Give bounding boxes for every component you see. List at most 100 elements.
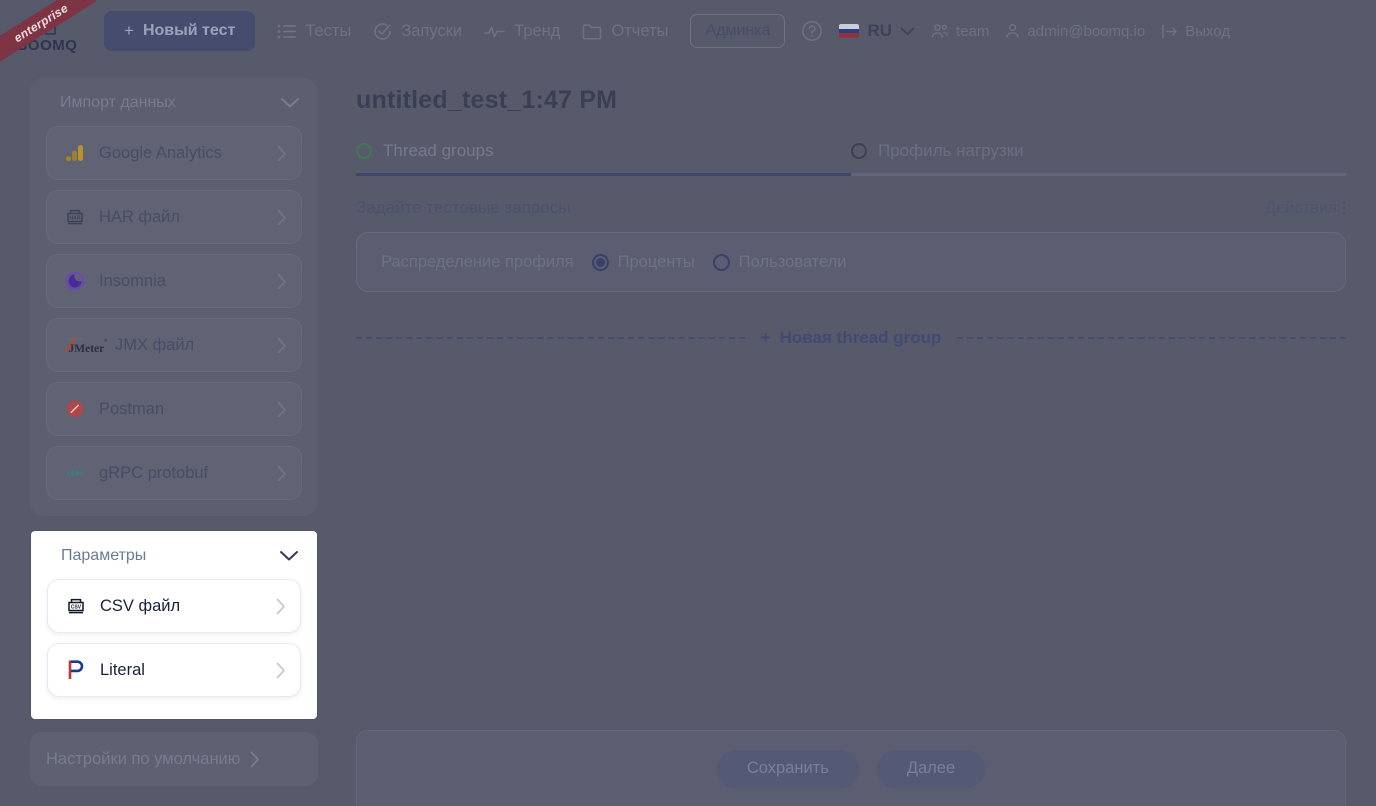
radio-icon-checked[interactable] xyxy=(591,253,609,271)
nav-label-runs: Запуски xyxy=(401,21,463,40)
import-item-grpc-protobuf[interactable]: gRPC protobuf xyxy=(46,446,302,500)
params-item-csv-file[interactable]: CSV CSV файл xyxy=(47,579,301,633)
account-label: admin@boomq.io xyxy=(1027,22,1146,40)
chevron-down-icon xyxy=(900,27,915,35)
nav-item-tests[interactable]: Тесты xyxy=(277,22,351,41)
new-test-button[interactable]: + Новый тест xyxy=(104,11,256,51)
import-label-jmx-file: JMX файл xyxy=(115,335,195,354)
divider-right xyxy=(957,337,1347,339)
svg-text:JMeter: JMeter xyxy=(69,343,105,355)
actions-menu-button[interactable]: Действия xyxy=(1265,199,1346,218)
actions-label: Действия xyxy=(1264,198,1337,217)
account-link[interactable]: admin@boomq.io xyxy=(1005,23,1145,40)
page-title: untitled_test_1:47 PM xyxy=(356,86,618,114)
tab-load-profile[interactable]: Профиль нагрузки xyxy=(851,141,1346,173)
chevron-down-icon[interactable] xyxy=(280,97,300,109)
import-label-grpc-protobuf: gRPC protobuf xyxy=(99,463,209,482)
ru-flag-icon xyxy=(839,24,860,38)
import-item-postman[interactable]: Postman xyxy=(46,382,302,436)
nav-label-reports: Отчеты xyxy=(611,21,669,40)
check-circle-icon xyxy=(374,22,392,40)
top-navigation-bar: BOOMQ enterprise + Новый тест Тесты Запу… xyxy=(0,0,1376,62)
csv-file-icon: CSV xyxy=(64,594,88,618)
nav-label-tests: Тесты xyxy=(305,21,352,40)
add-thread-group-label: Новая thread group xyxy=(779,328,942,347)
nav-item-reports[interactable]: Отчеты xyxy=(582,22,668,41)
logo[interactable]: BOOMQ enterprise xyxy=(0,0,96,62)
params-panel-header[interactable]: Параметры xyxy=(47,545,301,569)
section-header: Задайте тестовые запросы Действия xyxy=(356,198,1346,218)
section-title: Задайте тестовые запросы xyxy=(356,198,571,217)
radio-option-users[interactable]: Пользователи xyxy=(712,252,847,272)
chevron-right-icon xyxy=(277,337,287,354)
import-item-google-analytics[interactable]: Google Analytics xyxy=(46,126,302,180)
import-data-header[interactable]: Импорт данных xyxy=(46,92,302,116)
divider-left xyxy=(356,337,745,339)
params-item-literal[interactable]: Literal xyxy=(47,643,301,697)
admin-button[interactable]: Админка xyxy=(690,14,786,48)
grpc-icon xyxy=(63,461,87,485)
jmeter-icon: APACHE JMeter ® xyxy=(63,333,109,357)
literal-p-icon xyxy=(64,658,88,682)
chevron-right-icon xyxy=(277,401,287,418)
params-panel: Параметры CSV CSV файл Literal xyxy=(31,531,317,719)
user-icon xyxy=(1006,23,1020,38)
save-button[interactable]: Сохранить xyxy=(716,749,859,788)
chevron-right-icon xyxy=(277,209,287,226)
pulse-icon xyxy=(484,25,505,37)
language-selector[interactable]: RU xyxy=(839,21,915,41)
folder-icon xyxy=(583,23,602,39)
har-file-icon: HAR xyxy=(63,205,87,229)
svg-text:APACHE: APACHE xyxy=(69,338,83,342)
logout-link[interactable]: Выход xyxy=(1161,23,1230,40)
radio-option-percent[interactable]: Проценты xyxy=(591,252,695,272)
tab-label-thread-groups: Thread groups xyxy=(383,141,494,160)
postman-icon xyxy=(63,397,87,421)
google-analytics-icon xyxy=(63,141,87,165)
params-panel-title: Параметры xyxy=(61,547,147,564)
radio-label-percent: Проценты xyxy=(617,252,695,271)
add-thread-group-button[interactable]: + Новая thread group xyxy=(761,328,942,348)
import-item-insomnia[interactable]: Insomnia xyxy=(46,254,302,308)
team-label: team xyxy=(956,22,990,40)
team-link[interactable]: team xyxy=(931,23,989,40)
status-ring-icon xyxy=(356,143,372,159)
chevron-right-icon xyxy=(276,662,286,679)
import-data-panel: Импорт данных Google Analytics HAR HAR ф… xyxy=(30,78,318,516)
import-label-insomnia: Insomnia xyxy=(99,271,166,290)
svg-text:CSV: CSV xyxy=(71,604,82,610)
distribution-label: Распределение профиля xyxy=(381,252,574,271)
team-icon xyxy=(931,24,949,38)
footer-actions: Сохранить Далее xyxy=(356,730,1346,806)
tab-thread-groups[interactable]: Thread groups xyxy=(356,141,851,176)
tab-label-load-profile: Профиль нагрузки xyxy=(878,141,1024,160)
logout-icon xyxy=(1162,23,1177,39)
chevron-down-icon[interactable] xyxy=(279,550,299,562)
tab-bar: Thread groups Профиль нагрузки xyxy=(356,141,1346,176)
params-label-csv-file: CSV файл xyxy=(100,596,181,615)
add-thread-group-row: + Новая thread group xyxy=(356,328,1347,348)
nav-item-runs[interactable]: Запуски xyxy=(373,22,462,41)
topbar-right-group: RU team admin@boomq.io Выход xyxy=(801,20,1230,42)
default-settings-button[interactable]: Настройки по умолчанию xyxy=(30,732,318,786)
import-label-google-analytics: Google Analytics xyxy=(99,143,222,162)
chevron-right-icon xyxy=(276,598,286,615)
import-data-title: Импорт данных xyxy=(60,94,176,111)
nav-item-trend[interactable]: Тренд xyxy=(484,22,560,41)
chevron-right-icon xyxy=(277,273,287,290)
next-button[interactable]: Далее xyxy=(876,749,986,788)
main-content: untitled_test_1:47 PM Thread groups Проф… xyxy=(356,86,1347,348)
params-label-literal: Literal xyxy=(100,660,145,679)
language-label: RU xyxy=(867,21,893,40)
nav-label-trend: Тренд xyxy=(514,21,561,40)
import-item-har-file[interactable]: HAR HAR файл xyxy=(46,190,302,244)
insomnia-icon xyxy=(63,269,87,293)
main-nav: Тесты Запуски Тренд Отчеты xyxy=(277,22,668,41)
question-circle-icon[interactable] xyxy=(801,20,823,42)
plus-icon: + xyxy=(760,328,771,347)
radio-icon-unchecked[interactable] xyxy=(712,253,730,271)
import-item-jmx-file[interactable]: APACHE JMeter ® JMX файл xyxy=(46,318,302,372)
radio-label-users: Пользователи xyxy=(738,252,847,271)
list-icon xyxy=(277,24,297,38)
chevron-right-icon xyxy=(250,751,260,768)
